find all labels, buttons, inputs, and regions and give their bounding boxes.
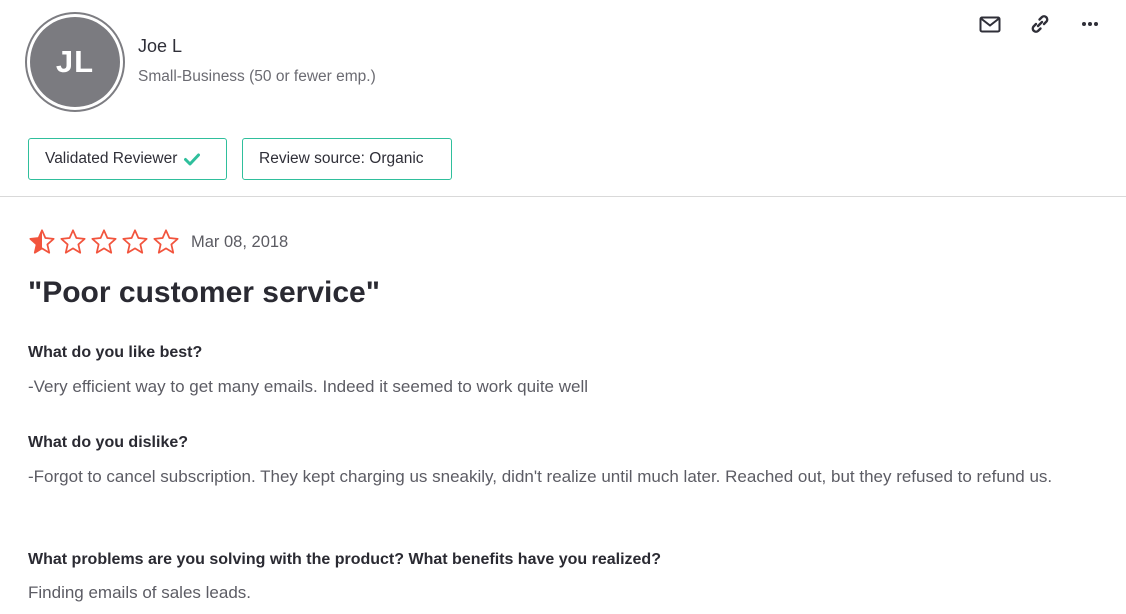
avatar-initials: JL <box>30 17 120 107</box>
review-date: Mar 08, 2018 <box>191 233 289 251</box>
star-empty-icon <box>91 229 117 254</box>
review-answer: -Very efficient way to get many emails. … <box>28 377 589 396</box>
star-empty-icon <box>153 229 179 254</box>
more-options-button[interactable] <box>1076 14 1104 34</box>
link-icon <box>1031 15 1049 33</box>
review-question: What do you like best? <box>28 344 203 361</box>
reviewer-name[interactable]: Joe L <box>138 36 182 57</box>
reviewer-segment: Small-Business (50 or fewer emp.) <box>138 68 376 85</box>
copy-link-button[interactable] <box>1026 14 1054 34</box>
review-answer: Finding emails of sales leads. <box>28 583 252 602</box>
more-horizontal-icon <box>1082 22 1098 26</box>
divider <box>0 196 1126 197</box>
review-question: What problems are you solving with the p… <box>28 551 661 568</box>
validated-reviewer-badge[interactable]: Validated Reviewer <box>28 138 227 180</box>
star-half-icon <box>29 229 55 254</box>
email-button[interactable] <box>976 14 1004 34</box>
envelope-icon <box>979 16 1001 32</box>
review-title: "Poor customer service" <box>28 276 380 309</box>
star-empty-icon <box>60 229 86 254</box>
review-source-badge[interactable]: Review source: Organic <box>242 138 452 180</box>
star-empty-icon <box>122 229 148 254</box>
review-source-label: Review source: Organic <box>259 150 424 167</box>
checkmark-icon <box>184 153 201 166</box>
review-actions <box>976 14 1104 34</box>
review-answer: -Forgot to cancel subscription. They kep… <box>28 467 1053 486</box>
avatar: JL <box>25 12 125 112</box>
star-rating <box>28 228 180 256</box>
review-question: What do you dislike? <box>28 434 189 451</box>
validated-reviewer-label: Validated Reviewer <box>45 150 178 167</box>
